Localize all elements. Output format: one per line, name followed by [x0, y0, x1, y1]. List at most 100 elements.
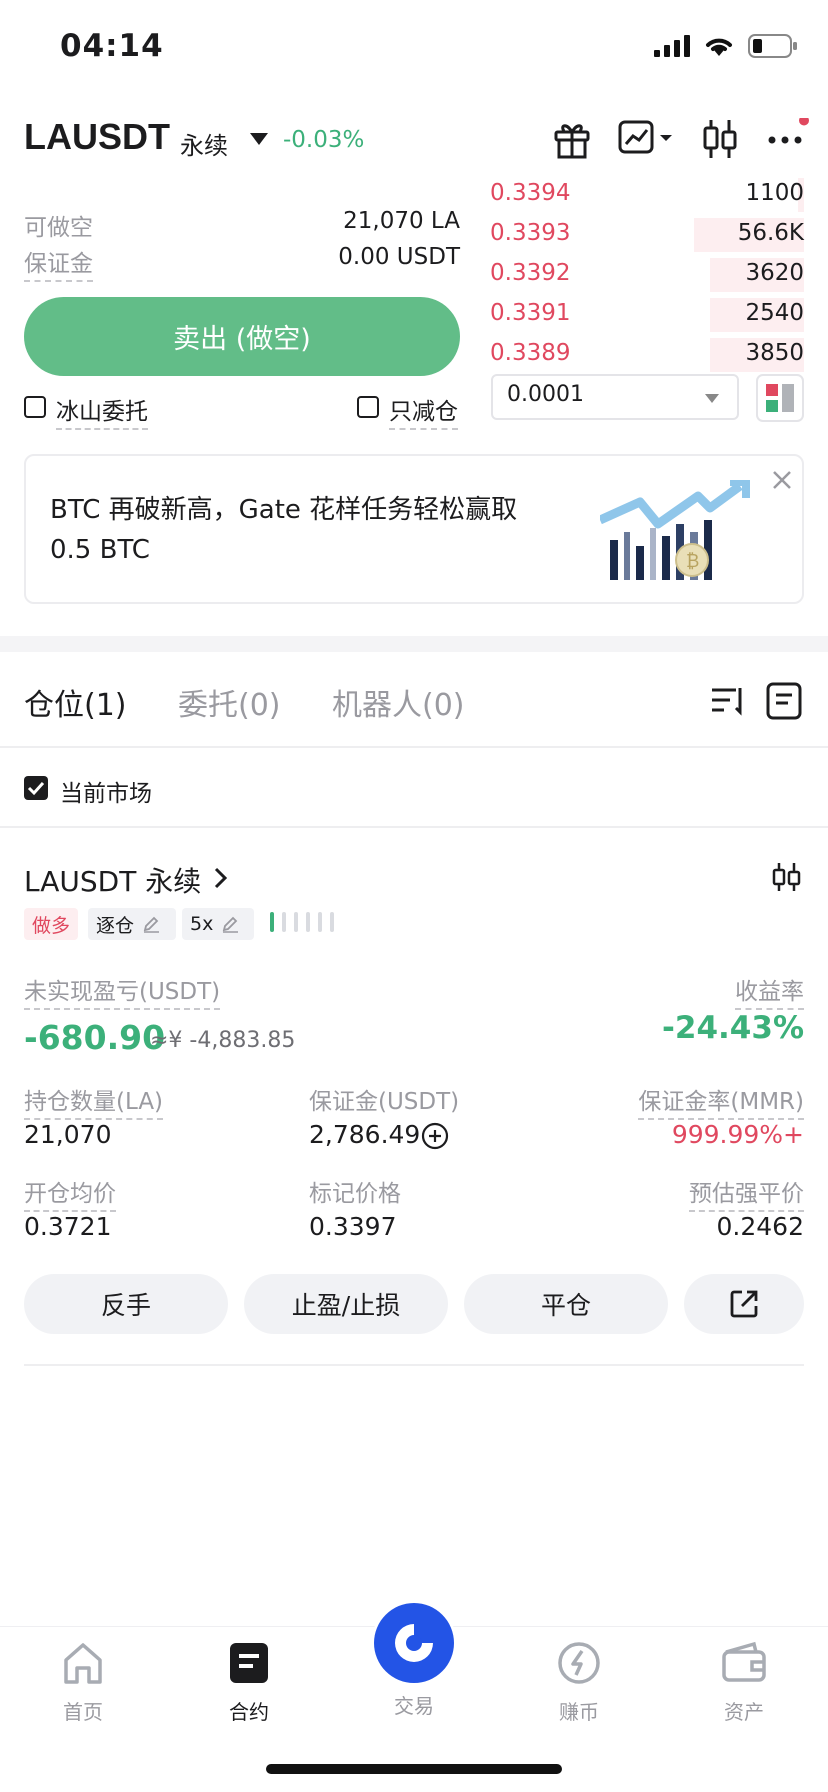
current-market-label[interactable]: 当前市场	[60, 774, 152, 808]
order-history-icon[interactable]	[766, 682, 802, 720]
liq-price-label[interactable]: 预估强平价	[689, 1174, 804, 1212]
reduce-only-label[interactable]: 只减仓	[389, 392, 458, 430]
rising-chart-illustration-icon: ₿	[600, 480, 750, 580]
position-qty-value: 21,070	[24, 1120, 112, 1149]
nav-trade-label: 交易	[394, 1694, 434, 1718]
risk-bar	[282, 912, 286, 932]
position-divider	[24, 1364, 804, 1366]
iceberg-label[interactable]: 冰山委托	[56, 392, 148, 430]
iceberg-checkbox[interactable]	[24, 396, 46, 418]
candlestick-icon[interactable]	[702, 118, 738, 160]
ask-price[interactable]: 0.3394	[490, 180, 570, 206]
risk-bar	[294, 912, 298, 932]
filter-divider	[0, 826, 828, 828]
unrealized-pnl-value: -680.90	[24, 1018, 166, 1057]
sort-icon[interactable]	[710, 684, 746, 718]
margin-value: 0.00 USDT	[338, 244, 460, 270]
status-icons	[654, 34, 798, 58]
risk-level-indicator	[270, 912, 334, 932]
tp-sl-button[interactable]: 止盈/止损	[244, 1274, 448, 1334]
ask-qty[interactable]: 56.6K	[738, 220, 804, 246]
sell-short-button[interactable]: 卖出 (做空)	[24, 297, 460, 376]
ask-qty[interactable]: 2540	[745, 300, 804, 326]
available-label: 可做空	[24, 215, 93, 241]
orderbook-layout-icon[interactable]	[756, 374, 804, 422]
reverse-button[interactable]: 反手	[24, 1274, 228, 1334]
ask-price[interactable]: 0.3389	[490, 340, 570, 366]
chevron-down-icon[interactable]	[250, 133, 268, 145]
tick-size-value: 0.0001	[507, 382, 584, 407]
entry-price-label[interactable]: 开仓均价	[24, 1174, 116, 1212]
tick-size-select[interactable]: 0.0001	[491, 374, 739, 420]
nav-assets-label: 资产	[724, 1700, 764, 1724]
risk-bar	[318, 912, 322, 932]
ask-price[interactable]: 0.3393	[490, 220, 570, 246]
ask-price[interactable]: 0.3391	[490, 300, 570, 326]
close-position-button[interactable]: 平仓	[464, 1274, 668, 1334]
banner-text: BTC 再破新高，Gate 花样任务轻松赢取 0.5 BTC	[50, 495, 518, 565]
svg-text:₿: ₿	[686, 551, 699, 572]
futures-icon	[230, 1643, 268, 1683]
nav-home[interactable]: 首页	[23, 1640, 143, 1725]
position-margin-value: 2,786.49	[309, 1120, 421, 1149]
tab-orders[interactable]: 委托(0)	[178, 680, 281, 724]
nav-trade[interactable]: 交易	[354, 1602, 474, 1719]
ask-qty[interactable]: 3620	[745, 260, 804, 286]
margin-label[interactable]: 保证金	[24, 244, 93, 282]
more-icon[interactable]	[764, 118, 810, 160]
reduce-only-checkbox[interactable]	[357, 396, 379, 418]
current-market-checkbox[interactable]	[24, 776, 48, 800]
roe-label[interactable]: 收益率	[735, 972, 804, 1010]
risk-bar	[306, 912, 310, 932]
tab-bots[interactable]: 机器人(0)	[332, 680, 465, 724]
chevron-down-icon	[705, 394, 719, 403]
risk-bar	[270, 912, 274, 932]
tab-positions[interactable]: 仓位(1)	[24, 680, 127, 724]
share-button[interactable]	[684, 1274, 804, 1334]
tabs-divider	[0, 746, 828, 748]
edit-icon	[223, 916, 239, 933]
nav-home-label: 首页	[63, 1700, 103, 1724]
margin-mode-label: 逐仓	[96, 914, 135, 937]
leverage-tag[interactable]: 5x	[182, 908, 254, 940]
promo-banner[interactable]: BTC 再破新高，Gate 花样任务轻松赢取 0.5 BTC ₿	[24, 454, 804, 604]
add-margin-icon[interactable]	[421, 1122, 449, 1150]
entry-price-value: 0.3721	[24, 1212, 112, 1241]
nav-futures[interactable]: 合约	[189, 1640, 309, 1725]
liq-price-value: 0.2462	[716, 1212, 804, 1241]
nav-assets[interactable]: 资产	[684, 1640, 804, 1725]
candlestick-icon[interactable]	[772, 862, 802, 892]
unrealized-pnl-label[interactable]: 未实现盈亏(USDT)	[24, 972, 221, 1010]
margin-mode-tag[interactable]: 逐仓	[88, 908, 176, 940]
close-icon[interactable]	[770, 468, 794, 492]
mmr-label[interactable]: 保证金率(MMR)	[638, 1082, 804, 1120]
signal-icon	[654, 35, 690, 57]
nav-futures-label: 合约	[229, 1700, 269, 1724]
ask-qty[interactable]: 3850	[745, 340, 804, 366]
price-change: -0.03%	[283, 127, 365, 153]
ask-qty[interactable]: 1100	[745, 180, 804, 206]
wifi-icon	[706, 38, 732, 56]
leverage-label: 5x	[190, 913, 214, 935]
wallet-icon	[722, 1641, 766, 1682]
contract-type[interactable]: 永续	[180, 126, 228, 161]
chevron-right-icon[interactable]	[212, 866, 230, 890]
position-qty-label[interactable]: 持仓数量(LA)	[24, 1082, 164, 1120]
side-tag: 做多	[24, 908, 79, 940]
unrealized-pnl-cny: ≈¥ -4,883.85	[150, 1028, 296, 1053]
nav-earn[interactable]: 赚币	[519, 1640, 639, 1725]
earn-icon	[558, 1642, 600, 1684]
share-icon	[730, 1290, 758, 1318]
trade-icon	[374, 1603, 454, 1683]
gift-icon[interactable]	[552, 118, 592, 160]
ask-price[interactable]: 0.3392	[490, 260, 570, 286]
available-value: 21,070 LA	[343, 208, 460, 234]
status-time: 04:14	[60, 28, 164, 64]
home-icon	[64, 1643, 102, 1684]
mark-price-value: 0.3397	[309, 1212, 397, 1241]
position-title[interactable]: LAUSDT 永续	[24, 860, 201, 900]
nav-earn-label: 赚币	[559, 1700, 599, 1724]
pair-title[interactable]: LAUSDT	[24, 116, 170, 158]
chart-line-icon[interactable]	[618, 118, 674, 158]
battery-icon	[748, 34, 797, 58]
